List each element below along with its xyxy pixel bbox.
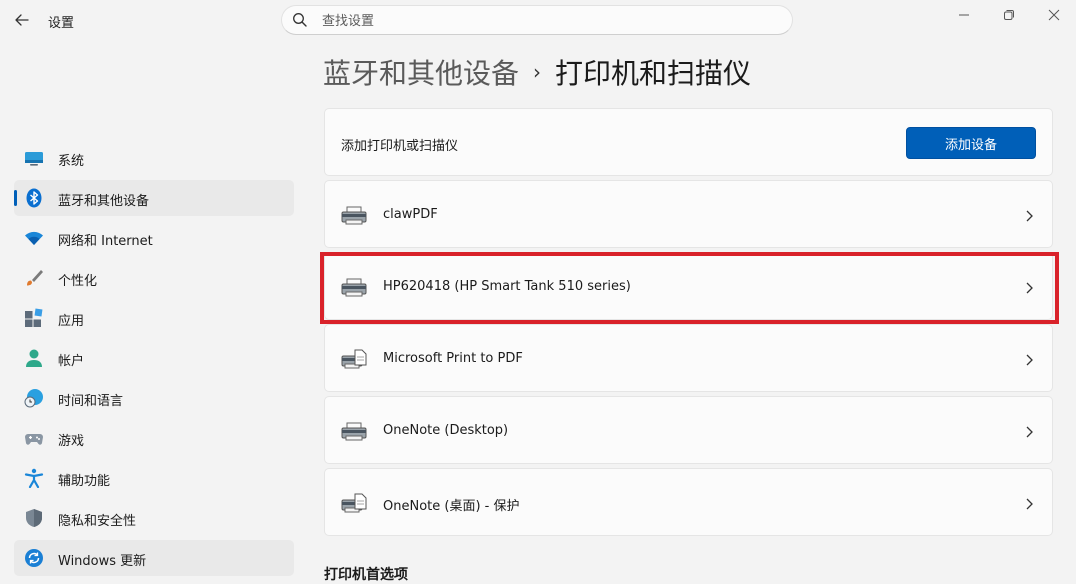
sidebar-item-label: 网络和 Internet bbox=[58, 234, 153, 249]
sidebar-item-label: 隐私和安全性 bbox=[58, 514, 137, 529]
sidebar-item-privacy-security[interactable]: 隐私和安全性 bbox=[14, 500, 294, 536]
sidebar-item-accessibility[interactable]: 辅助功能 bbox=[14, 460, 294, 496]
add-device-button[interactable]: 添加设备 bbox=[906, 127, 1036, 159]
sidebar-item-label: 个性化 bbox=[58, 274, 98, 289]
printer-icon bbox=[341, 278, 367, 297]
update-icon bbox=[25, 549, 43, 567]
sidebar-item-label: 系统 bbox=[58, 154, 85, 169]
chevron-right-icon bbox=[1026, 354, 1033, 366]
brush-icon bbox=[27, 270, 43, 286]
sidebar-item-label: 应用 bbox=[58, 314, 85, 329]
sidebar-item-label: Windows 更新 bbox=[58, 554, 147, 569]
search-icon bbox=[293, 13, 307, 27]
document-printer-icon bbox=[341, 349, 367, 369]
printer-icon bbox=[341, 206, 367, 225]
search-input[interactable] bbox=[320, 10, 764, 32]
sidebar-item-label: 帐户 bbox=[58, 354, 85, 369]
bluetooth-icon bbox=[26, 188, 42, 208]
sidebar-item-personalization[interactable]: 个性化 bbox=[14, 260, 294, 296]
page-title: 打印机和扫描仪 bbox=[555, 57, 752, 90]
add-device-card: 添加打印机或扫描仪 添加设备 bbox=[324, 108, 1053, 176]
add-device-label: 添加打印机或扫描仪 bbox=[341, 139, 459, 154]
device-name: OneNote (桌面) - 保护 bbox=[383, 499, 520, 514]
device-row-onenote-protected[interactable]: OneNote (桌面) - 保护 bbox=[324, 468, 1053, 536]
document-printer-icon bbox=[341, 493, 367, 513]
printer-icon bbox=[341, 422, 367, 441]
minimize-button[interactable] bbox=[941, 0, 987, 30]
globe-clock-icon bbox=[24, 389, 43, 408]
sidebar-item-windows-update[interactable]: Windows 更新 bbox=[14, 540, 294, 576]
restore-button[interactable] bbox=[986, 0, 1032, 30]
minimize-icon bbox=[959, 14, 969, 16]
device-name: clawPDF bbox=[383, 207, 438, 222]
accessibility-icon bbox=[24, 468, 44, 488]
breadcrumb: 蓝牙和其他设备 › 打印机和扫描仪 bbox=[323, 52, 751, 92]
sidebar-item-time-language[interactable]: 时间和语言 bbox=[14, 380, 294, 416]
sidebar-item-accounts[interactable]: 帐户 bbox=[14, 340, 294, 376]
device-name: HP620418 (HP Smart Tank 510 series) bbox=[383, 279, 631, 294]
sidebar-item-label: 辅助功能 bbox=[58, 474, 111, 489]
sidebar-item-network[interactable]: 网络和 Internet bbox=[14, 220, 294, 256]
device-name: OneNote (Desktop) bbox=[383, 423, 509, 438]
sidebar-item-system[interactable]: 系统 bbox=[14, 140, 294, 176]
sidebar-item-bluetooth[interactable]: 蓝牙和其他设备 bbox=[14, 180, 294, 216]
back-button[interactable] bbox=[12, 10, 32, 30]
chevron-right-icon bbox=[1026, 498, 1033, 510]
person-icon bbox=[26, 349, 42, 367]
device-name: Microsoft Print to PDF bbox=[383, 351, 523, 366]
chevron-right-icon bbox=[1026, 282, 1033, 294]
restore-icon bbox=[1004, 10, 1014, 20]
close-button[interactable] bbox=[1031, 0, 1076, 30]
device-row-microsoft-print-to-pdf[interactable]: Microsoft Print to PDF bbox=[324, 324, 1053, 392]
sidebar-item-label: 游戏 bbox=[58, 434, 85, 449]
app-title: 设置 bbox=[48, 16, 75, 31]
arrow-left-icon bbox=[15, 14, 29, 26]
breadcrumb-separator: › bbox=[533, 60, 542, 84]
shield-icon bbox=[26, 509, 42, 527]
sidebar-item-label: 蓝牙和其他设备 bbox=[58, 194, 150, 209]
section-heading: 打印机首选项 bbox=[324, 567, 408, 583]
wifi-icon bbox=[25, 231, 43, 245]
device-row-onenote-desktop[interactable]: OneNote (Desktop) bbox=[324, 396, 1053, 464]
chevron-right-icon bbox=[1026, 426, 1033, 438]
device-row-hp620418[interactable]: HP620418 (HP Smart Tank 510 series) bbox=[324, 252, 1053, 320]
apps-icon bbox=[25, 308, 43, 327]
sidebar-item-gaming[interactable]: 游戏 bbox=[14, 420, 294, 456]
device-row-clawpdf[interactable]: clawPDF bbox=[324, 180, 1053, 248]
search-box[interactable] bbox=[281, 5, 793, 35]
sidebar-item-label: 时间和语言 bbox=[58, 394, 124, 409]
display-icon bbox=[25, 152, 43, 166]
breadcrumb-parent-link[interactable]: 蓝牙和其他设备 bbox=[323, 57, 519, 90]
chevron-right-icon bbox=[1026, 210, 1033, 222]
sidebar-item-apps[interactable]: 应用 bbox=[14, 300, 294, 336]
gamepad-icon bbox=[25, 434, 43, 445]
close-icon bbox=[1048, 9, 1060, 21]
